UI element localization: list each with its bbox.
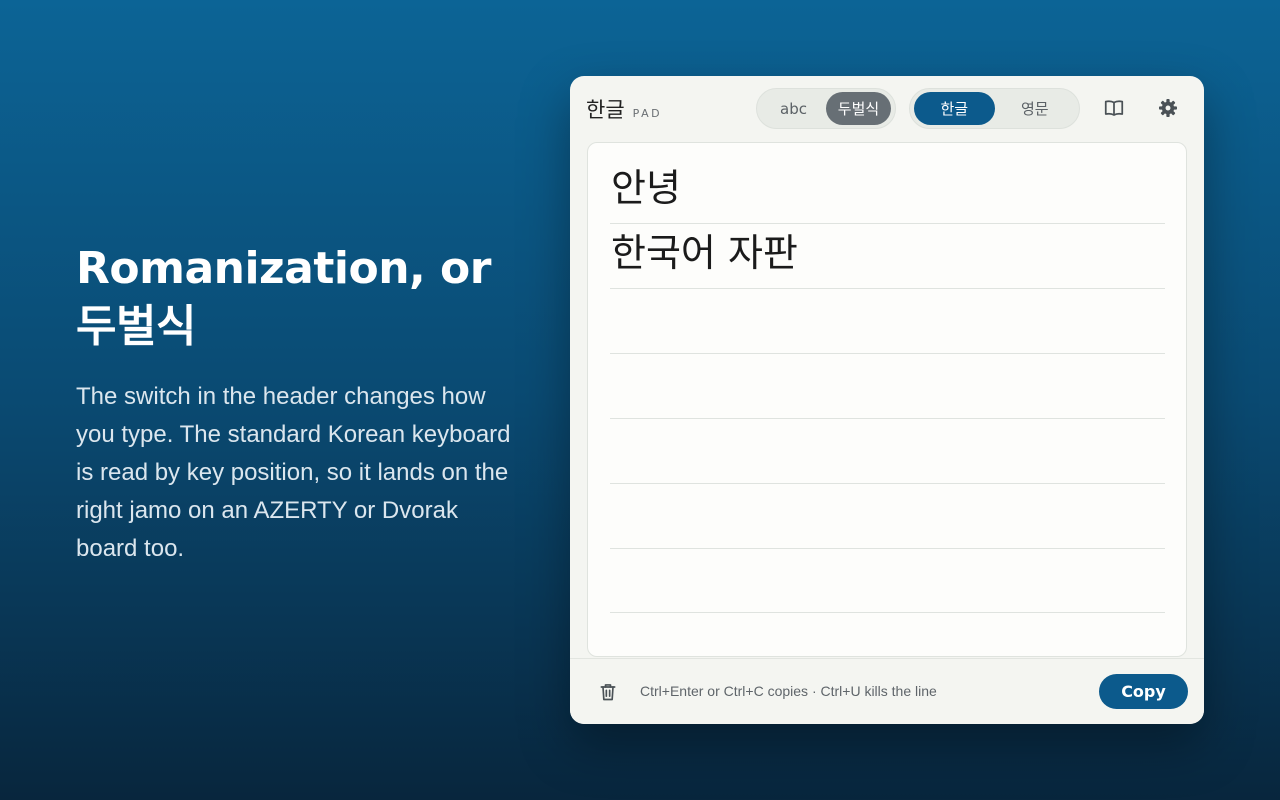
- editor-line-7[interactable]: [610, 548, 1165, 613]
- trash-icon[interactable]: [598, 682, 618, 702]
- lang-option-english[interactable]: 영문: [995, 92, 1076, 125]
- brand: 한글 PAD: [586, 94, 662, 124]
- promo-title: Romanization, or 두벌식: [76, 240, 516, 356]
- editor-line-6[interactable]: [610, 484, 1165, 549]
- editor-line-4[interactable]: [610, 354, 1165, 419]
- lang-option-hangul[interactable]: 한글: [914, 92, 995, 125]
- shortcut-hint: Ctrl+Enter or Ctrl+C copies · Ctrl+U kil…: [640, 683, 937, 699]
- brand-name: 한글: [586, 98, 625, 122]
- input-mode-switch: abc 두벌식: [756, 88, 896, 129]
- editor-line-2[interactable]: 한국어 자판: [610, 224, 1165, 289]
- footer: Ctrl+Enter or Ctrl+C copies · Ctrl+U kil…: [570, 658, 1204, 724]
- copy-button[interactable]: Copy: [1099, 674, 1188, 709]
- brand-subtitle: PAD: [632, 107, 663, 120]
- promo-title-line1: Romanization, or: [76, 243, 491, 294]
- book-icon[interactable]: [1102, 96, 1126, 120]
- editor-line-1[interactable]: 안녕: [610, 159, 1165, 224]
- promo-title-line2: 두벌식: [76, 301, 196, 352]
- editor-line-3[interactable]: [610, 289, 1165, 354]
- promo-body: The switch in the header changes how you…: [76, 383, 511, 562]
- language-switch: 한글 영문: [909, 88, 1080, 129]
- gear-icon[interactable]: [1156, 96, 1180, 120]
- mode-option-romanization[interactable]: abc: [761, 92, 826, 125]
- header: 한글 PAD abc 두벌식 한글 영문: [570, 76, 1204, 140]
- app-window: 한글 PAD abc 두벌식 한글 영문 안녕 한국어 자판 Ctrl+Ente…: [570, 76, 1204, 724]
- mode-option-dubeolsik[interactable]: 두벌식: [826, 92, 891, 125]
- text-editor[interactable]: 안녕 한국어 자판: [587, 142, 1187, 657]
- editor-line-5[interactable]: [610, 419, 1165, 484]
- promo-section: Romanization, or 두벌식 The switch in the h…: [76, 240, 516, 568]
